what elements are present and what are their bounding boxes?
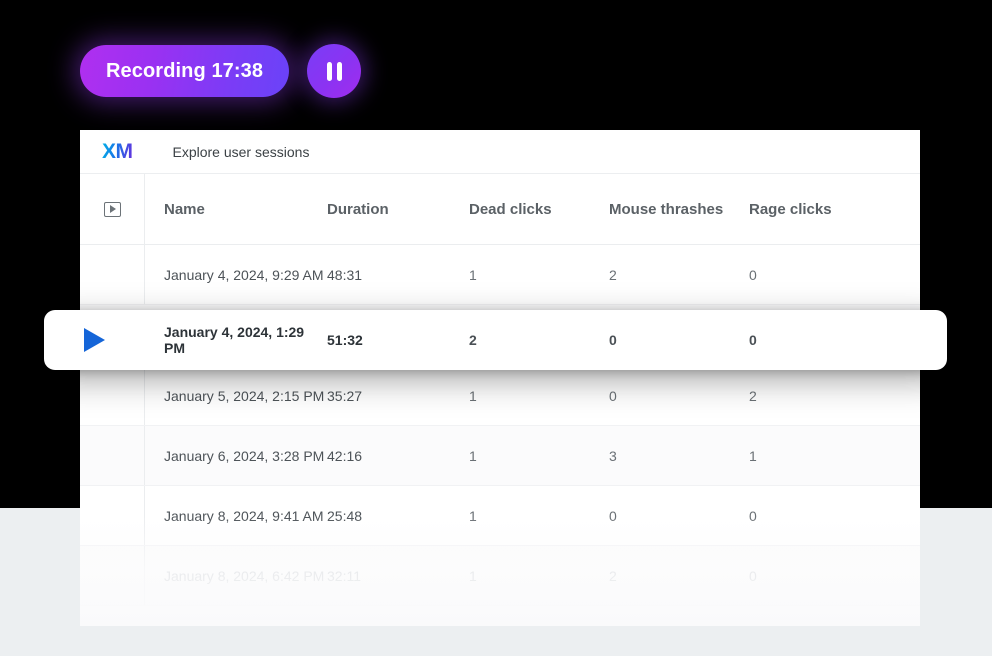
- cell-mouse-thrashes: 0: [609, 507, 617, 524]
- cell-dead-clicks: 1: [469, 567, 477, 584]
- column-header-rage-clicks[interactable]: Rage clicks: [749, 201, 920, 218]
- cell-duration: 32:11: [327, 567, 361, 584]
- play-triangle-icon: [84, 328, 105, 352]
- pause-icon: [326, 61, 342, 81]
- cell-mouse-thrashes: 3: [609, 447, 617, 464]
- cell-name: January 4, 2024, 1:29 PM: [164, 324, 305, 356]
- table-row[interactable]: January 8, 2024, 6:42 PM 32:11 1 2 0: [80, 546, 920, 606]
- cell-mouse-thrashes: 2: [609, 266, 617, 283]
- page-title: Explore user sessions: [172, 143, 310, 160]
- cell-mouse-thrashes: 0: [609, 332, 617, 348]
- column-header-dead-clicks[interactable]: Dead clicks: [469, 201, 609, 218]
- recording-status-badge: Recording 17:38: [80, 45, 290, 97]
- cell-duration: 42:16: [327, 447, 363, 464]
- cell-dead-clicks: 1: [469, 387, 477, 404]
- cell-dead-clicks: 1: [469, 266, 477, 283]
- table-row[interactable]: January 4, 2024, 9:29 AM 48:31 1 2 0: [80, 245, 920, 305]
- cell-mouse-thrashes: 0: [609, 387, 617, 404]
- table-row[interactable]: January 5, 2024, 2:15 PM 35:27 1 0 2: [80, 366, 920, 426]
- cell-duration: 35:27: [327, 387, 363, 404]
- cell-rage-clicks: 0: [749, 266, 757, 283]
- cell-name: January 6, 2024, 3:28 PM: [164, 447, 325, 464]
- cell-mouse-thrashes: 2: [609, 567, 617, 584]
- cell-duration: 51:32: [327, 332, 363, 348]
- cell-dead-clicks: 1: [469, 447, 477, 464]
- table-row[interactable]: January 8, 2024, 9:41 AM 25:48 1 0 0: [80, 486, 920, 546]
- cell-duration: 25:48: [327, 507, 363, 524]
- row-play-cell[interactable]: [80, 366, 145, 425]
- play-column-header: [80, 174, 145, 244]
- column-header-duration[interactable]: Duration: [327, 201, 469, 218]
- pause-recording-button[interactable]: [307, 44, 361, 98]
- screenshot-stage: Recording 17:38 XM Explore user sessions…: [0, 0, 992, 656]
- cell-dead-clicks: 1: [469, 507, 477, 524]
- row-play-cell[interactable]: [80, 546, 145, 605]
- app-panel: XM Explore user sessions Name Duration D…: [80, 130, 920, 626]
- column-header-mouse-thrashes[interactable]: Mouse thrashes: [609, 201, 749, 218]
- row-play-cell[interactable]: [80, 426, 145, 485]
- play-square-icon: [103, 201, 121, 217]
- cell-name: January 8, 2024, 6:42 PM: [164, 567, 325, 584]
- column-header-name[interactable]: Name: [145, 201, 327, 218]
- xm-logo: XM: [102, 139, 133, 163]
- cell-rage-clicks: 0: [749, 507, 757, 524]
- cell-name: January 4, 2024, 9:29 AM: [164, 266, 324, 283]
- table-header-row: Name Duration Dead clicks Mouse thrashes…: [80, 174, 920, 245]
- cell-name: January 5, 2024, 2:15 PM: [164, 387, 325, 404]
- recording-timer-label: Recording 17:38: [106, 59, 264, 82]
- selected-session-card[interactable]: January 4, 2024, 1:29 PM 51:32 2 0 0: [44, 310, 947, 370]
- cell-rage-clicks: 0: [749, 567, 757, 584]
- cell-rage-clicks: 2: [749, 387, 757, 404]
- cell-duration: 48:31: [327, 266, 363, 283]
- row-play-cell[interactable]: [80, 486, 145, 545]
- row-play-cell[interactable]: [80, 245, 145, 304]
- cell-name: January 8, 2024, 9:41 AM: [164, 507, 324, 524]
- cell-rage-clicks: 1: [749, 447, 757, 464]
- table-row[interactable]: January 6, 2024, 3:28 PM 42:16 1 3 1: [80, 426, 920, 486]
- cell-rage-clicks: 0: [749, 332, 757, 348]
- play-session-button[interactable]: [44, 310, 145, 370]
- cell-dead-clicks: 2: [469, 332, 477, 348]
- sessions-table: Name Duration Dead clicks Mouse thrashes…: [80, 174, 920, 626]
- panel-header: XM Explore user sessions: [80, 130, 920, 174]
